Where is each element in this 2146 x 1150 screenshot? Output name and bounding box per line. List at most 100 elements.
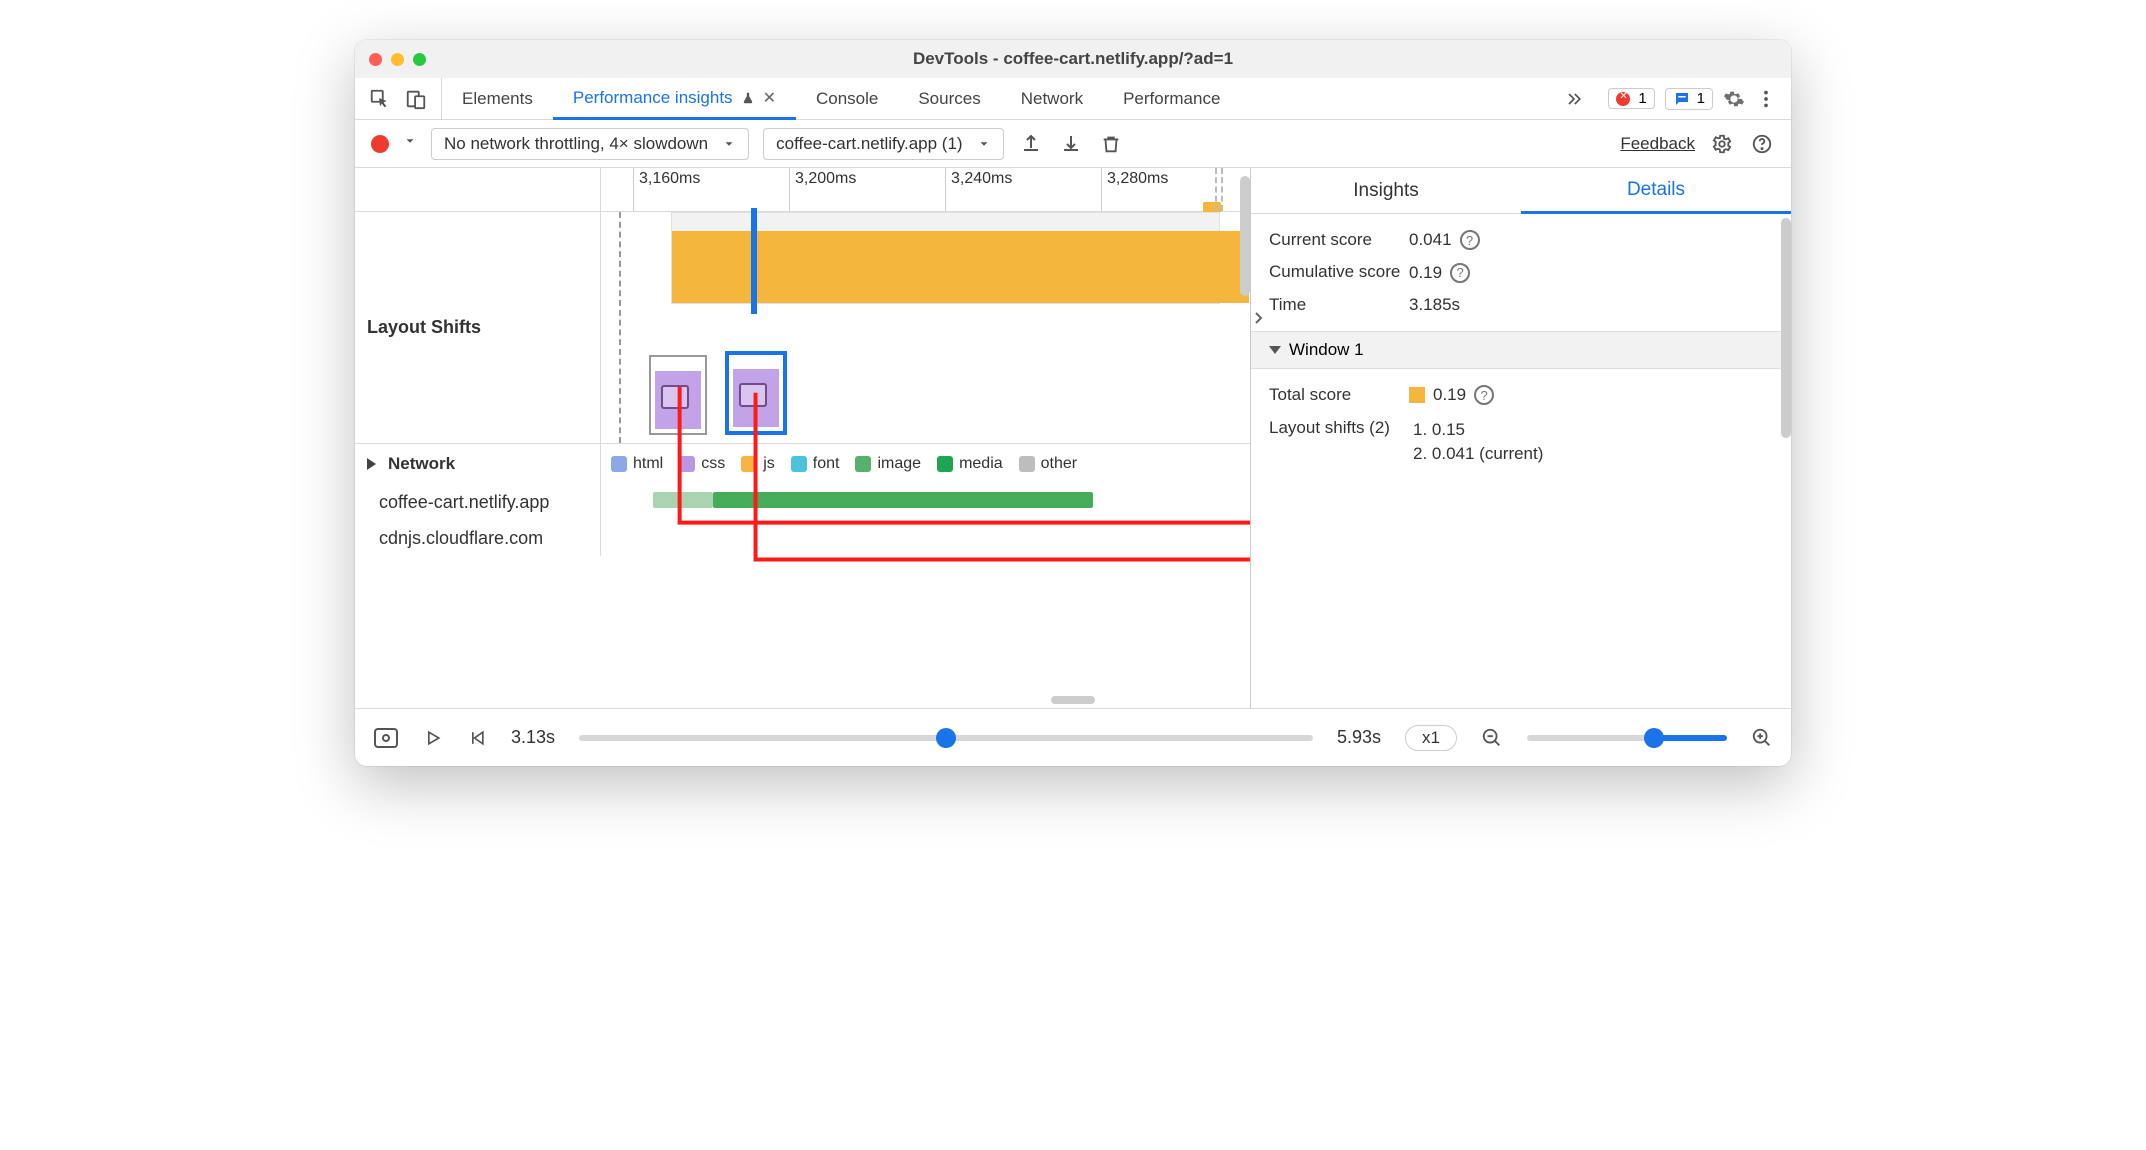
device-toggle-icon[interactable] — [405, 88, 427, 110]
label: Time — [1269, 295, 1409, 315]
tab-network[interactable]: Network — [1001, 78, 1103, 119]
delete-icon[interactable] — [1098, 131, 1124, 157]
more-tabs-chevron[interactable] — [1554, 78, 1594, 119]
screenshot-toggle-icon[interactable] — [373, 727, 399, 749]
issues-badge[interactable]: 1 — [1665, 88, 1713, 110]
help-icon[interactable]: ? — [1460, 230, 1480, 250]
record-button[interactable] — [371, 135, 389, 153]
zoom-slider[interactable] — [1527, 735, 1727, 741]
export-icon[interactable] — [1018, 131, 1044, 157]
tab-details[interactable]: Details — [1521, 168, 1791, 214]
caret-down-icon — [1269, 346, 1281, 354]
inspect-icon[interactable] — [369, 88, 391, 110]
tab-insights[interactable]: Insights — [1251, 168, 1521, 213]
error-icon — [1616, 92, 1630, 106]
value: 0.19 — [1433, 385, 1466, 405]
tabstrip-leading-icons — [355, 78, 442, 119]
value: 0.041 — [1409, 230, 1452, 250]
details-panel: Insights Details Current score 0.041? Cu… — [1251, 168, 1791, 708]
gear-icon[interactable] — [1723, 88, 1745, 110]
help-icon[interactable]: ? — [1474, 385, 1494, 405]
selected-shift-marker — [751, 208, 757, 314]
network-bar-waiting — [653, 492, 713, 508]
legend-js[interactable]: js — [741, 455, 775, 473]
network-header-row: Network html css js font image media oth… — [355, 444, 1250, 484]
zoom-out-icon[interactable] — [1481, 727, 1503, 749]
legend-css[interactable]: css — [679, 455, 725, 473]
label: Layout shifts (2) — [1269, 418, 1409, 438]
tab-label: Performance — [1123, 89, 1220, 109]
label: Total score — [1269, 385, 1409, 405]
help-icon[interactable]: ? — [1450, 263, 1470, 283]
close-icon[interactable]: ✕ — [763, 88, 776, 108]
tab-label: Console — [816, 89, 878, 109]
row-layout-shifts-list: Layout shifts (2) 1. 0.15 2. 0.041 (curr… — [1269, 412, 1773, 472]
tab-sources[interactable]: Sources — [898, 78, 1000, 119]
row-time: Time 3.185s — [1269, 289, 1773, 321]
tick: 3,200ms — [789, 168, 861, 211]
close-window-button[interactable] — [369, 53, 382, 66]
throttling-dropdown[interactable]: No network throttling, 4× slowdown — [431, 128, 749, 160]
tabs: Elements Performance insights ✕ Console … — [442, 78, 1554, 119]
vertical-scrollbar[interactable] — [1238, 172, 1250, 704]
play-icon[interactable] — [423, 728, 443, 748]
timeline-panel: 3,160ms 3,200ms 3,240ms 3,280ms Layout S… — [355, 168, 1251, 708]
legend-other[interactable]: other — [1019, 455, 1077, 473]
import-icon[interactable] — [1058, 131, 1084, 157]
chevron-down-icon — [977, 137, 991, 151]
row-label: Layout Shifts — [355, 212, 601, 443]
collapse-panel-button[interactable] — [1251, 298, 1267, 338]
titlebar: DevTools - coffee-cart.netlify.app/?ad=1 — [355, 40, 1791, 78]
tab-label: Elements — [462, 89, 533, 109]
recording-label: coffee-cart.netlify.app (1) — [776, 134, 962, 154]
tab-performance[interactable]: Performance — [1103, 78, 1240, 119]
label: Cumulative score — [1269, 262, 1409, 282]
maximize-window-button[interactable] — [413, 53, 426, 66]
tab-performance-insights[interactable]: Performance insights ✕ — [553, 78, 796, 120]
shift-item[interactable]: 2. 0.041 (current) — [1413, 442, 1543, 466]
legend-media[interactable]: media — [937, 455, 1003, 473]
error-badge[interactable]: 1 — [1608, 88, 1654, 109]
legend-image[interactable]: image — [855, 455, 921, 473]
layout-shift-thumbnail-selected[interactable] — [725, 351, 787, 435]
horizontal-scrollbar[interactable] — [355, 692, 1791, 708]
speed-button[interactable]: x1 — [1405, 725, 1457, 751]
layout-shift-thumbnail[interactable] — [649, 355, 707, 435]
minimize-window-button[interactable] — [391, 53, 404, 66]
right-tabs: Insights Details — [1251, 168, 1791, 214]
recording-dropdown[interactable]: coffee-cart.netlify.app (1) — [763, 128, 1003, 160]
layout-shifts-row: Layout Shifts — [355, 212, 1250, 444]
tab-label: Network — [1021, 89, 1083, 109]
rewind-icon[interactable] — [467, 728, 487, 748]
network-header-label: Network — [388, 454, 455, 474]
legend-font[interactable]: font — [791, 455, 840, 473]
network-legend: html css js font image media other — [601, 444, 1250, 484]
details-body: Current score 0.041? Cumulative score 0.… — [1251, 214, 1791, 331]
zoom-in-icon[interactable] — [1751, 727, 1773, 749]
window-section-header[interactable]: Window 1 — [1251, 331, 1791, 369]
score-chip — [1409, 387, 1425, 403]
record-options-caret[interactable] — [403, 134, 417, 153]
range-edge — [619, 212, 621, 443]
help-icon[interactable] — [1749, 131, 1775, 157]
network-host-row[interactable]: cdnjs.cloudflare.com — [355, 520, 1250, 556]
ruler-track[interactable]: 3,160ms 3,200ms 3,240ms 3,280ms — [601, 168, 1250, 211]
range-start-label: 3.13s — [511, 727, 555, 748]
legend-html[interactable]: html — [611, 455, 663, 473]
timeline-ruler: 3,160ms 3,200ms 3,240ms 3,280ms — [355, 168, 1250, 212]
time-slider[interactable] — [579, 735, 1313, 741]
vertical-scrollbar[interactable] — [1779, 214, 1791, 454]
feedback-link[interactable]: Feedback — [1620, 134, 1695, 154]
panel-gear-icon[interactable] — [1709, 131, 1735, 157]
range-end-label: 5.93s — [1337, 727, 1381, 748]
layout-shifts-track[interactable] — [601, 212, 1250, 443]
range-edge — [1221, 168, 1223, 211]
tab-elements[interactable]: Elements — [442, 78, 553, 119]
devtools-tabstrip: Elements Performance insights ✕ Console … — [355, 78, 1791, 120]
shift-item[interactable]: 1. 0.15 — [1413, 418, 1543, 442]
kebab-icon[interactable] — [1755, 88, 1777, 110]
network-host-row[interactable]: coffee-cart.netlify.app — [355, 484, 1250, 520]
tab-console[interactable]: Console — [796, 78, 898, 119]
window-section-body: Total score 0.19? Layout shifts (2) 1. 0… — [1251, 369, 1791, 481]
network-header[interactable]: Network — [355, 444, 601, 484]
